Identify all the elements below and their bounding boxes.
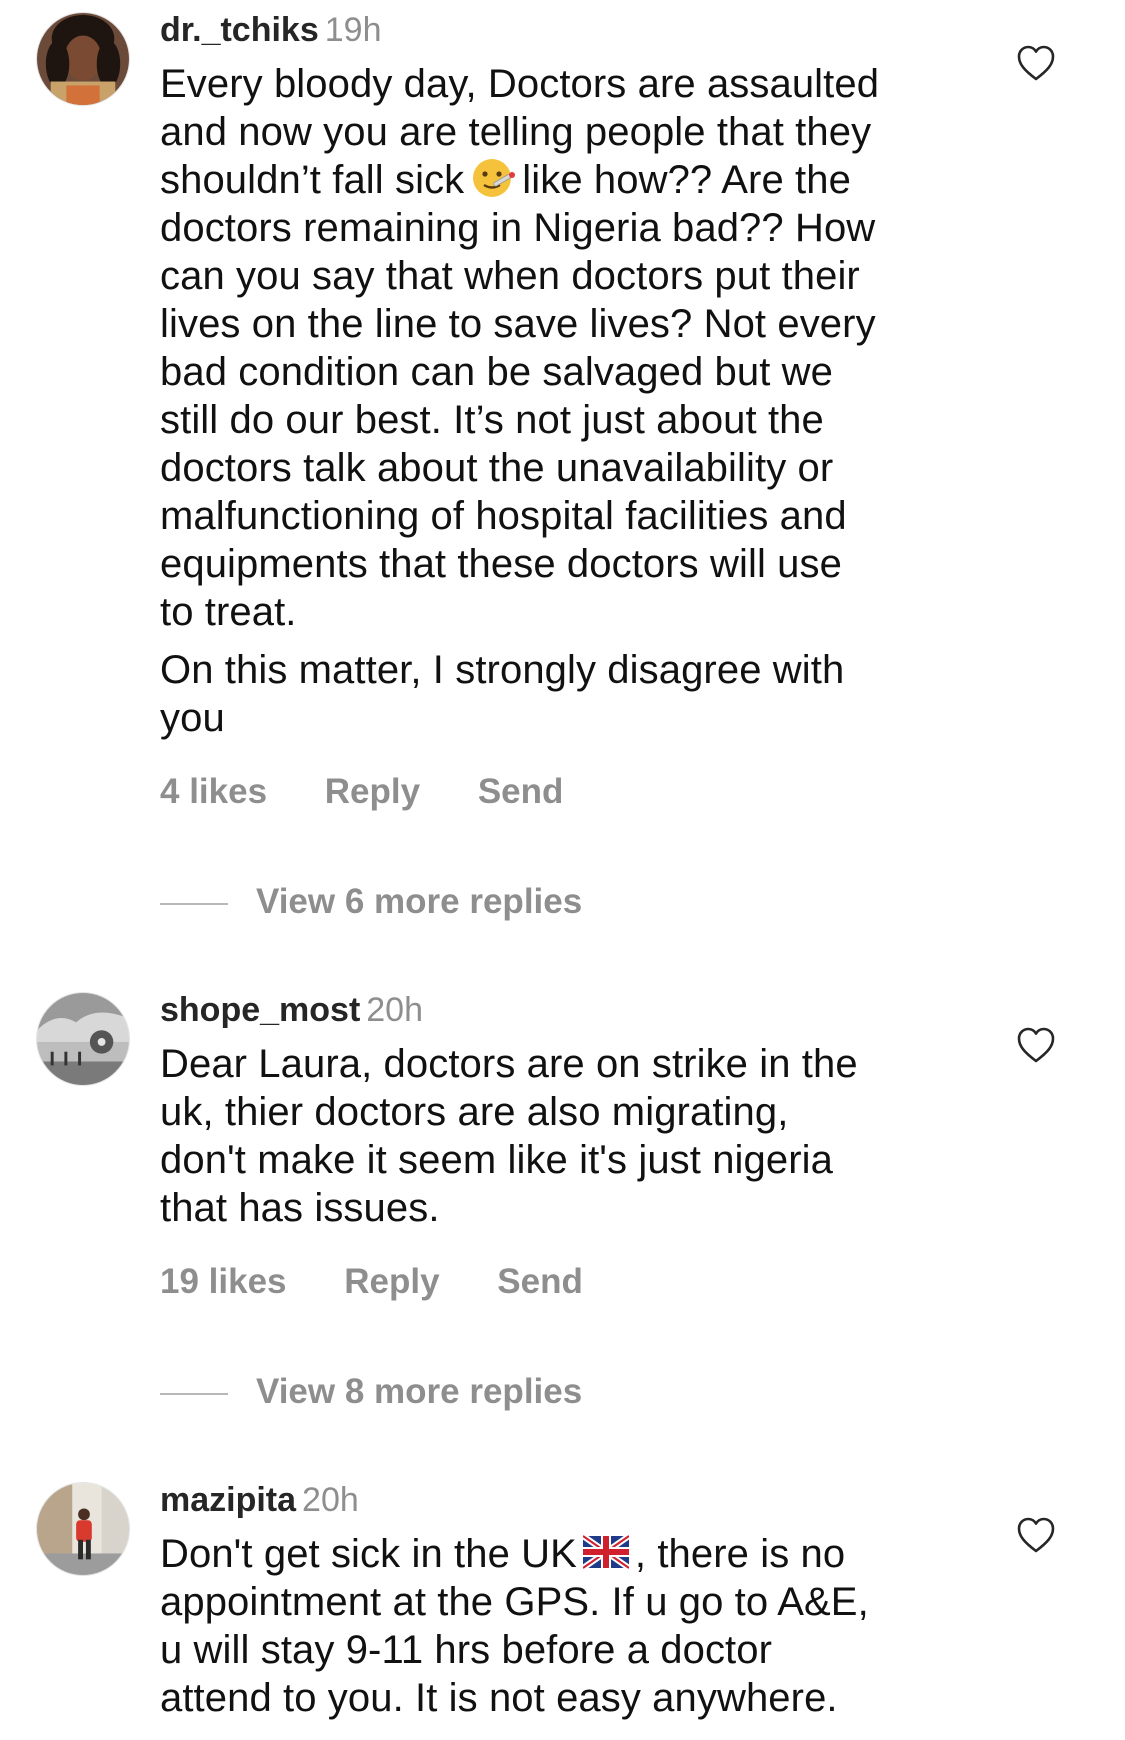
- timestamp: 20h: [302, 1481, 359, 1519]
- avatar[interactable]: [36, 992, 130, 1086]
- username[interactable]: shope_most: [160, 991, 360, 1029]
- username[interactable]: dr._tchiks: [160, 11, 319, 49]
- comment-actions: 4 likes Reply Send: [160, 772, 611, 812]
- replies-divider: [160, 902, 228, 905]
- comment-text-part: On this matter, I strongly disagree with…: [160, 648, 845, 740]
- comment-header: dr._tchiks 19h: [160, 10, 950, 50]
- comment-text-part: Dear Laura, doctors are on strike in the…: [160, 1042, 858, 1230]
- send-button[interactable]: Send: [497, 1262, 583, 1301]
- like-heart-icon[interactable]: [1016, 1516, 1056, 1554]
- reply-button[interactable]: Reply: [325, 772, 420, 811]
- uk-flag-emoji-icon: [582, 1531, 629, 1573]
- likes-count[interactable]: 4 likes: [160, 772, 267, 811]
- comment-header: mazipita 20h: [160, 1480, 950, 1520]
- reply-button[interactable]: Reply: [344, 1262, 439, 1301]
- view-replies-button[interactable]: View 6 more replies: [160, 882, 582, 922]
- comment-text-part: Don't get sick in the UK: [160, 1532, 577, 1576]
- like-heart-icon[interactable]: [1016, 44, 1056, 82]
- view-replies-button[interactable]: View 8 more replies: [160, 1372, 582, 1412]
- comment-text: Dear Laura, doctors are on strike in the…: [160, 1040, 950, 1232]
- comment-text-part: like how?? Are the doctors remaining in …: [160, 158, 876, 634]
- comment-actions: 19 likes Reply Send: [160, 1262, 631, 1302]
- comment-text: Don't get sick in the UK , there is no a…: [160, 1530, 950, 1722]
- replies-divider: [160, 1392, 228, 1395]
- view-replies-label: View 8 more replies: [256, 1372, 583, 1411]
- face-with-thermometer-emoji-icon: [470, 157, 516, 199]
- username[interactable]: mazipita: [160, 1481, 296, 1519]
- avatar[interactable]: [36, 1482, 130, 1576]
- avatar[interactable]: [36, 12, 130, 106]
- view-replies-label: View 6 more replies: [256, 882, 583, 921]
- likes-count[interactable]: 19 likes: [160, 1262, 287, 1301]
- send-button[interactable]: Send: [478, 772, 564, 811]
- like-heart-icon[interactable]: [1016, 1026, 1056, 1064]
- comment-text: Every bloody day, Doctors are assaulted …: [160, 60, 950, 742]
- comment-header: shope_most 20h: [160, 990, 950, 1030]
- timestamp: 20h: [366, 991, 423, 1029]
- timestamp: 19h: [324, 11, 382, 49]
